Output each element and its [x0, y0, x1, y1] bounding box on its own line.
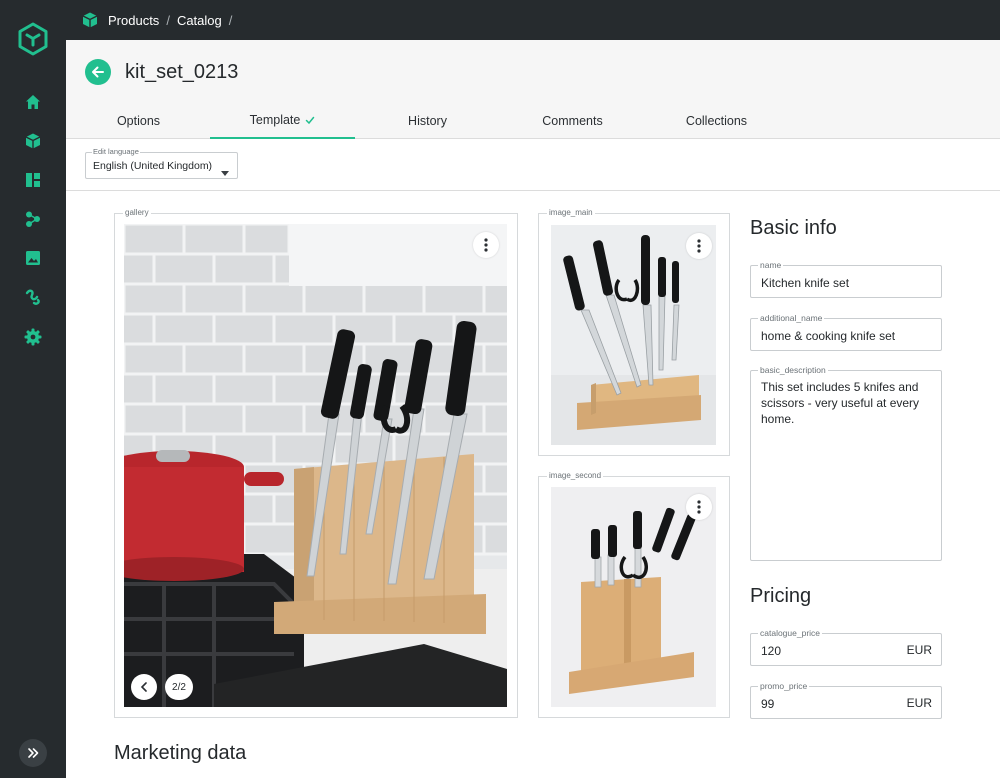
breadcrumb: Products / Catalog /: [66, 0, 1000, 40]
basic-description-label: basic_description: [758, 365, 828, 375]
pricing-title: Pricing: [750, 585, 812, 607]
image-second-more-button[interactable]: [686, 494, 712, 520]
image-second: [551, 487, 716, 707]
tab-bar: Options Template History Comments Collec…: [66, 102, 1000, 139]
gallery-label: gallery: [123, 208, 151, 217]
cube-logo-icon[interactable]: [17, 22, 49, 56]
name-value: Kitchen knife set: [761, 276, 850, 290]
knife-set-main-photo: [551, 225, 716, 445]
image-main-more-button[interactable]: [686, 233, 712, 259]
image-main-panel: image_main: [538, 208, 730, 456]
catalogue-price-value: 120: [761, 644, 782, 658]
tab-label: History: [408, 113, 447, 128]
check-icon: [305, 115, 315, 125]
knife-set-second-photo: [551, 487, 716, 707]
additional-name-label: additional_name: [758, 313, 825, 323]
page-header: kit_set_0213 Options Template History Co…: [66, 40, 1000, 139]
basic-description-field[interactable]: basic_description This set includes 5 kn…: [750, 365, 942, 561]
tab-options[interactable]: Options: [66, 102, 211, 139]
tab-label: Collections: [685, 113, 748, 128]
image-second-panel: image_second: [538, 471, 730, 718]
language-bar: Edit language English (United Kingdom): [66, 140, 1000, 191]
products-cube-icon: [81, 11, 99, 29]
image-second-label: image_second: [547, 471, 604, 480]
gallery-counter: 2/2: [165, 674, 193, 700]
arrow-left-icon: [91, 65, 105, 79]
products-cube-icon[interactable]: [21, 129, 45, 153]
breadcrumb-catalog[interactable]: Catalog: [177, 13, 222, 28]
additional-name-value: home & cooking knife set: [761, 329, 896, 343]
gallery-more-button[interactable]: [473, 232, 499, 258]
edit-language-value: English (United Kingdom): [93, 160, 213, 172]
catalogue-price-label: catalogue_price: [758, 628, 823, 638]
tab-label: Options: [116, 113, 161, 128]
gallery-image: 2/2: [124, 224, 507, 707]
basic-info-title: Basic info: [750, 217, 837, 239]
additional-name-field[interactable]: additional_name home & cooking knife set: [750, 313, 942, 351]
sidebar: [0, 0, 66, 778]
name-field[interactable]: name Kitchen knife set: [750, 260, 942, 298]
breadcrumb-separator: /: [228, 12, 233, 28]
catalogue-price-field[interactable]: catalogue_price 120 EUR: [750, 628, 942, 666]
integrations-icon[interactable]: [21, 285, 45, 309]
promo-price-label: promo_price: [758, 681, 810, 691]
double-chevron-right-icon: [27, 747, 39, 759]
breadcrumb-products[interactable]: Products: [108, 13, 159, 28]
tab-label: Comments: [542, 113, 603, 128]
knife-set-kitchen-photo: [124, 224, 507, 707]
breadcrumb-separator: /: [166, 12, 170, 28]
more-vertical-icon: [697, 500, 701, 514]
edit-language-label: Edit language: [92, 147, 140, 156]
tab-template[interactable]: Template: [210, 102, 355, 139]
image-main: [551, 225, 716, 445]
edit-language-select[interactable]: Edit language English (United Kingdom): [85, 147, 238, 181]
marketing-data-title: Marketing data: [114, 742, 247, 764]
tab-label: Template: [249, 112, 301, 127]
expand-sidebar-button[interactable]: [19, 739, 47, 767]
promo-price-value: 99: [761, 697, 775, 711]
more-vertical-icon: [484, 238, 488, 252]
promo-price-field[interactable]: promo_price 99 EUR: [750, 681, 942, 719]
chevron-left-icon: [140, 682, 148, 692]
dashboard-icon[interactable]: [21, 168, 45, 192]
image-icon[interactable]: [21, 246, 45, 270]
gallery-previous-button[interactable]: [131, 674, 157, 700]
name-label: name: [758, 260, 784, 270]
workflow-icon[interactable]: [21, 207, 45, 231]
gallery-panel: gallery 2/2: [114, 208, 518, 718]
catalogue-price-currency: EUR: [906, 643, 932, 657]
page-title: kit_set_0213: [125, 61, 239, 83]
tab-collections[interactable]: Collections: [644, 102, 789, 139]
home-icon[interactable]: [21, 90, 45, 114]
caret-down-icon: [221, 163, 229, 181]
promo-price-currency: EUR: [906, 696, 932, 710]
more-vertical-icon: [697, 239, 701, 253]
tab-comments[interactable]: Comments: [500, 102, 645, 139]
back-button[interactable]: [85, 59, 111, 85]
basic-description-value: This set includes 5 knifes and scissors …: [761, 380, 920, 426]
image-main-label: image_main: [547, 208, 595, 217]
tab-history[interactable]: History: [355, 102, 500, 139]
settings-gear-icon[interactable]: [21, 325, 45, 349]
